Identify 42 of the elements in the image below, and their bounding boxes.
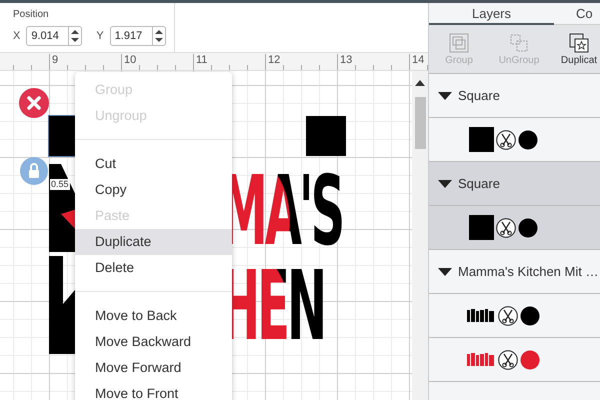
color-swatch[interactable] xyxy=(520,306,540,325)
caret-icon[interactable] xyxy=(438,92,452,100)
scroll-thumb[interactable] xyxy=(414,97,426,149)
scissors-icon[interactable] xyxy=(498,306,518,326)
duplicate-button[interactable]: Duplicat xyxy=(549,25,600,73)
stepper-icon[interactable] xyxy=(152,27,165,45)
close-icon[interactable] xyxy=(19,88,49,118)
square-thumbnail xyxy=(469,215,494,240)
menu-item[interactable]: Move Forward xyxy=(75,355,232,381)
design-thumbnail xyxy=(466,306,496,324)
x-label: X xyxy=(13,30,20,42)
layer-group[interactable]: Square xyxy=(429,162,600,206)
scissors-icon[interactable] xyxy=(496,218,516,238)
dimension-label: 0.55 xyxy=(50,179,70,190)
caret-icon[interactable] xyxy=(438,180,452,188)
ruler-number: 14 xyxy=(409,54,424,70)
color-swatch[interactable] xyxy=(520,350,540,369)
scrollbar[interactable] xyxy=(412,71,428,400)
color-swatch[interactable] xyxy=(518,218,538,237)
ruler-number: 11 xyxy=(193,54,208,70)
y-field[interactable]: 1.917 xyxy=(110,26,166,46)
square-thumbnail xyxy=(469,127,494,152)
menu-item[interactable]: Duplicate xyxy=(75,229,232,255)
caret-icon[interactable] xyxy=(438,268,452,276)
scroll-up-icon[interactable] xyxy=(415,80,425,86)
scissors-icon[interactable] xyxy=(496,130,516,150)
x-field[interactable]: 9.014 xyxy=(26,26,82,46)
ruler-number: 13 xyxy=(337,54,352,70)
group-icon xyxy=(448,32,470,54)
ruler-number: 12 xyxy=(265,54,280,70)
position-label: Position xyxy=(13,9,50,20)
y-label: Y xyxy=(96,30,104,42)
ruler-number: 10 xyxy=(121,54,136,70)
ungroup-icon xyxy=(508,32,530,54)
stepper-icon[interactable] xyxy=(68,27,82,45)
color-swatch[interactable] xyxy=(518,130,538,149)
duplicate-icon xyxy=(568,32,590,54)
menu-item[interactable]: Move to Front xyxy=(75,381,232,400)
layer-row[interactable] xyxy=(429,206,600,250)
design-thumbnail xyxy=(466,350,496,368)
ruler-number: 9 xyxy=(49,54,58,70)
scissors-icon[interactable] xyxy=(498,350,518,370)
